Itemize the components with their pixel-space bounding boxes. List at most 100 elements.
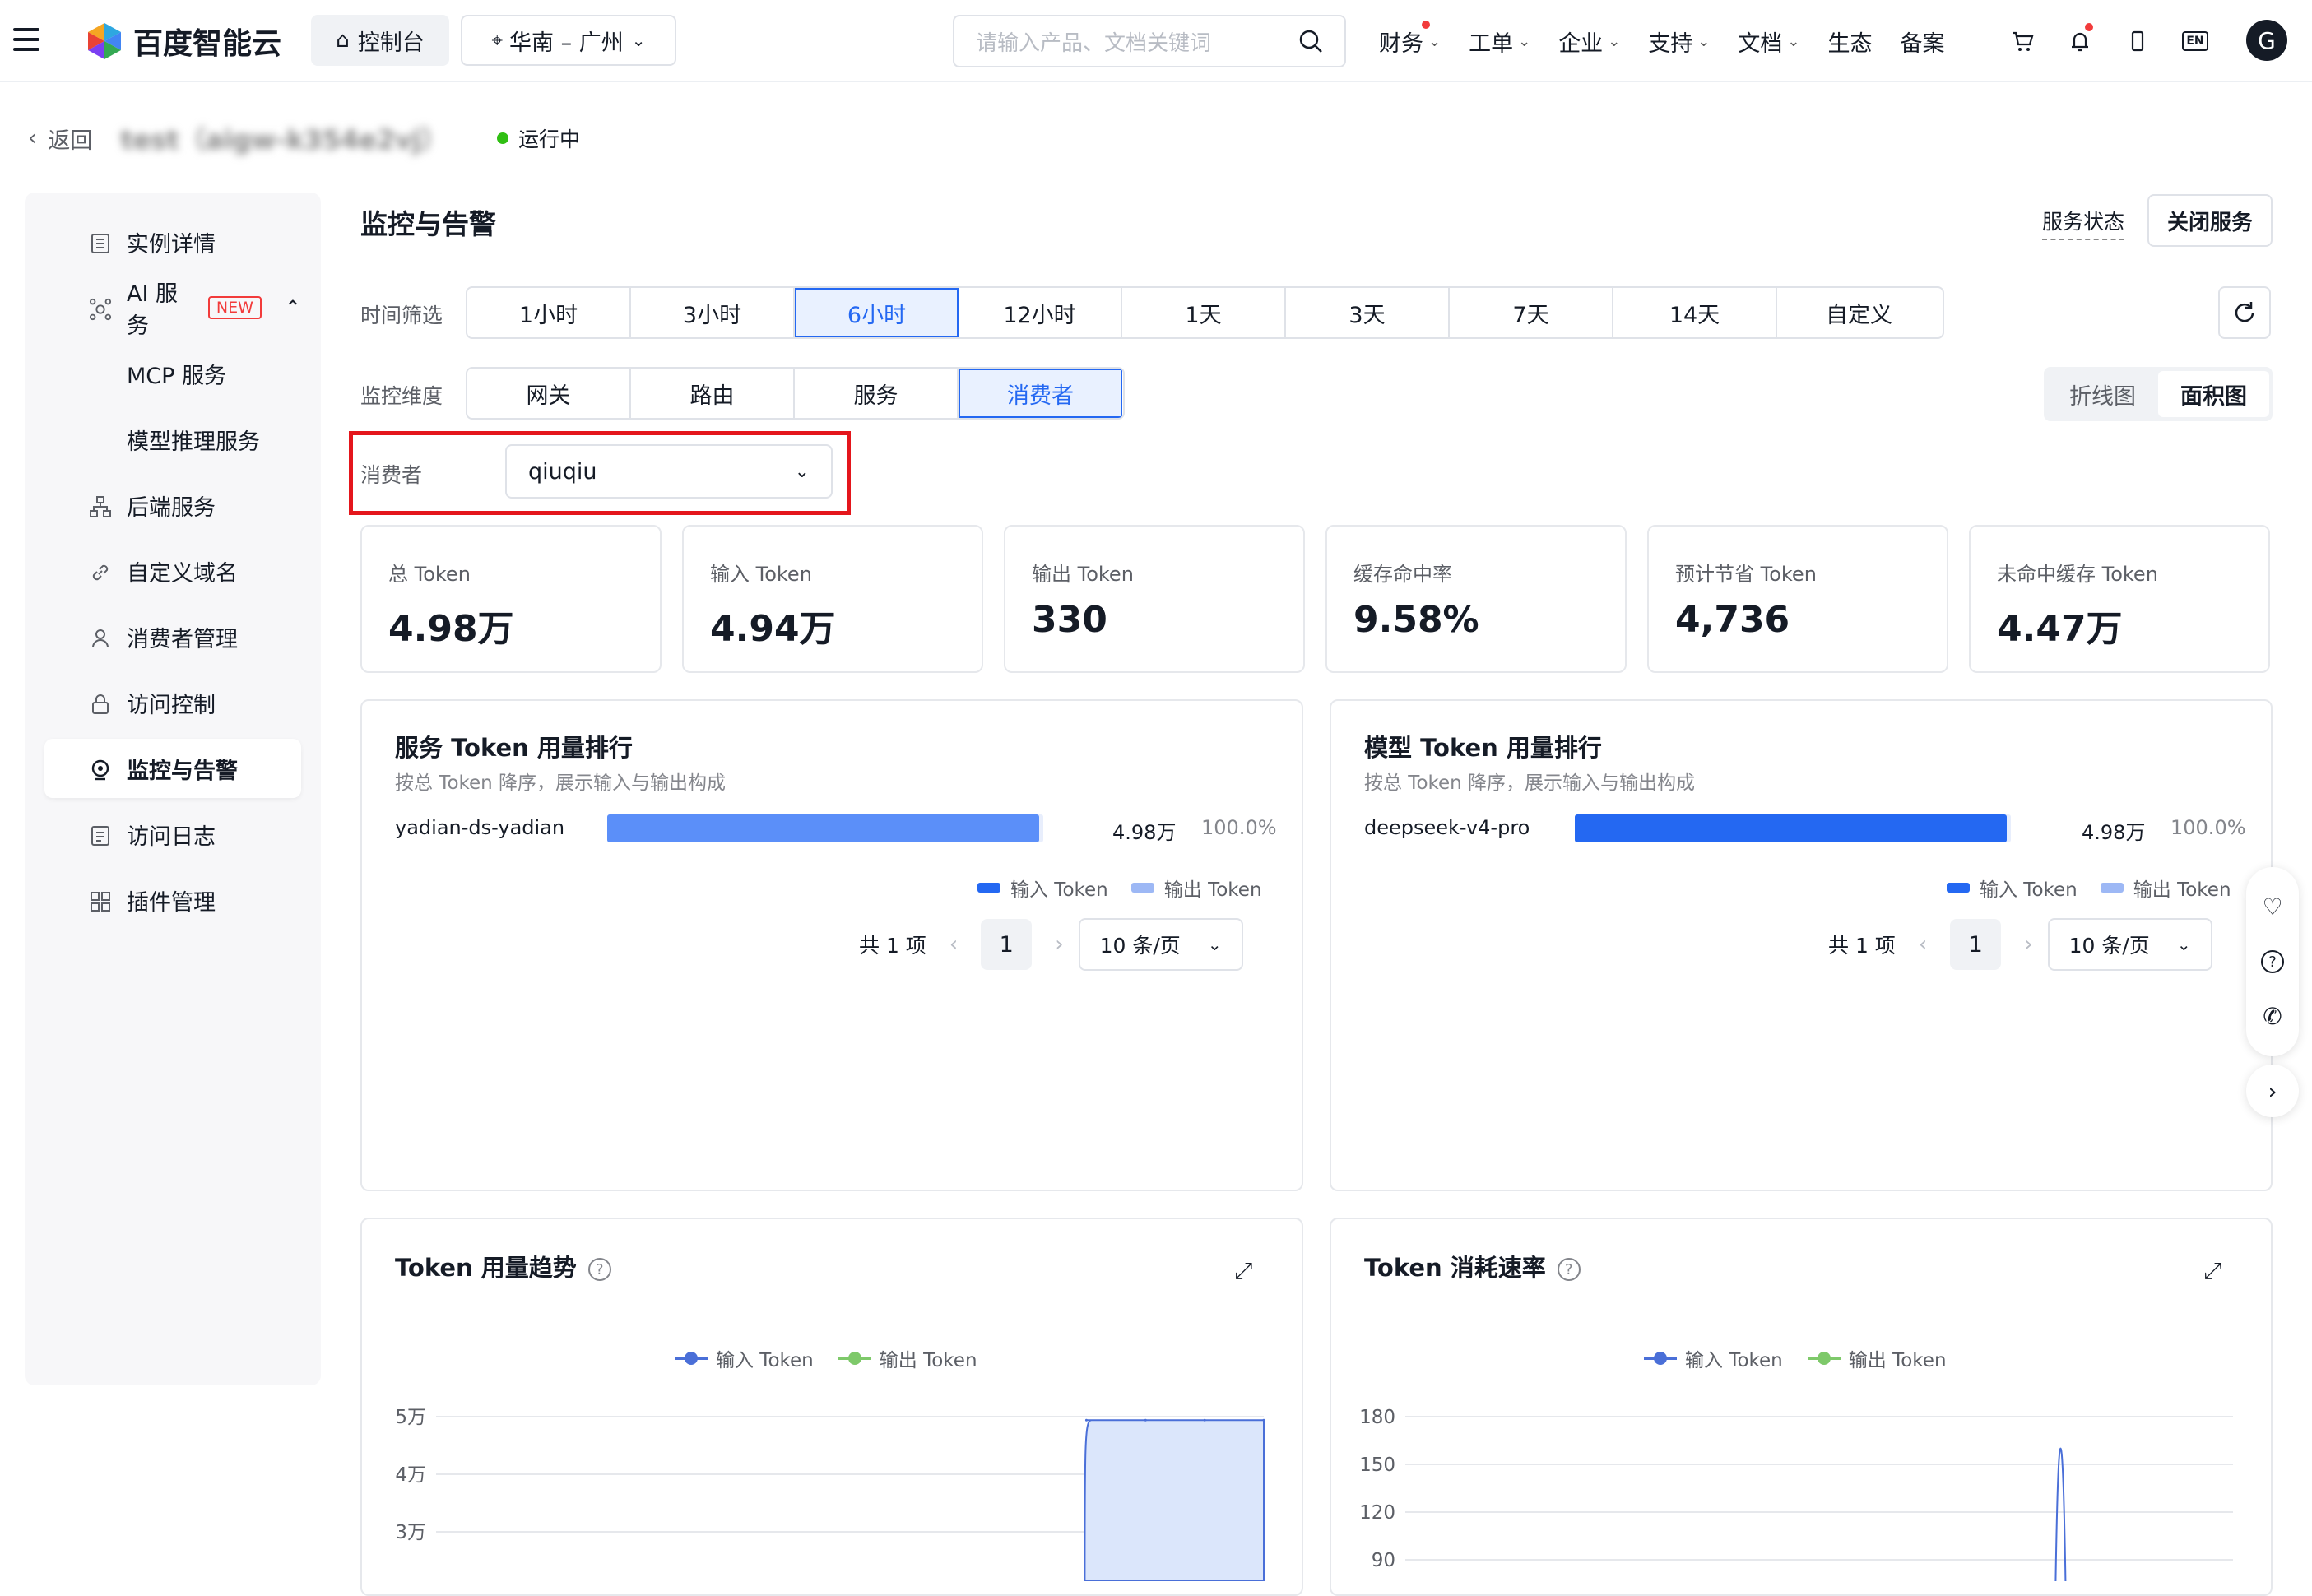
log-icon	[89, 824, 112, 847]
chevron-down-icon: ⌄	[1428, 32, 1442, 50]
time-option-1d[interactable]: 1天	[1122, 288, 1286, 337]
sidebar-item-label: 访问控制	[127, 692, 216, 718]
time-option-custom[interactable]: 自定义	[1777, 288, 1941, 337]
cart-icon[interactable]	[2008, 26, 2037, 56]
nav-support[interactable]: 支持 ⌄	[1648, 26, 1710, 58]
back-label: 返回	[48, 128, 93, 154]
consumer-select[interactable]: qiuqiu ⌄	[505, 444, 833, 499]
rank-row-name: yadian-ds-yadian	[395, 816, 565, 839]
page-title: 监控与告警	[360, 208, 496, 240]
hamburger-menu-icon[interactable]	[13, 28, 39, 51]
chevron-left-icon[interactable]: ‹	[949, 932, 958, 957]
user-avatar[interactable]: G	[2246, 20, 2287, 61]
heart-icon[interactable]: ♡	[2262, 893, 2282, 921]
sidebar-item-label: 插件管理	[127, 889, 216, 916]
chevron-right-icon[interactable]: ›	[2024, 932, 2032, 957]
nav-ecosystem-label: 生态	[1827, 30, 1873, 57]
sidebar-item-instance-details[interactable]: 实例详情	[44, 212, 301, 271]
page-number[interactable]: 1	[981, 919, 1033, 970]
phone-icon[interactable]: ✆	[2263, 1003, 2282, 1030]
chart-type-line[interactable]: 折线图	[2047, 371, 2158, 417]
search-icon[interactable]	[1298, 29, 1323, 53]
chart-type-area[interactable]: 面积图	[2158, 371, 2269, 417]
grid-icon	[89, 890, 112, 913]
sidebar-item-ai-service[interactable]: AI 服务 NEW ⌃	[44, 278, 301, 339]
token-usage-trend-card: Token 用量趋势? ⤢ 输入 Token 输出 Token 5万 4万 3万	[360, 1218, 1303, 1596]
nav-docs[interactable]: 文档 ⌄	[1738, 26, 1799, 58]
stat-value: 4.98万	[388, 608, 514, 650]
sidebar-item-label: 模型推理服务	[127, 429, 260, 455]
sidebar-item-backend-service[interactable]: 后端服务	[44, 476, 301, 535]
sidebar-item-plugin-management[interactable]: 插件管理	[44, 870, 301, 930]
consumer-filter-label: 消费者	[360, 463, 423, 487]
time-option-1h[interactable]: 1小时	[467, 288, 631, 337]
time-option-12h[interactable]: 12小时	[959, 288, 1122, 337]
time-option-3d[interactable]: 3天	[1286, 288, 1450, 337]
time-option-7d[interactable]: 7天	[1450, 288, 1613, 337]
chevron-right-icon[interactable]: ›	[2246, 1065, 2299, 1117]
rank-legend: 输入 Token 输出 Token	[1947, 874, 2231, 902]
card-subtitle: 按总 Token 降序，展示输入与输出构成	[1364, 772, 1696, 794]
dimension-route[interactable]: 路由	[631, 369, 795, 418]
service-status-link[interactable]: 服务状态	[2042, 206, 2125, 240]
language-icon[interactable]: EN	[2180, 26, 2210, 56]
chevron-up-icon[interactable]: ⌃	[285, 296, 301, 319]
floating-toolbar: ♡ ? ✆	[2246, 867, 2299, 1056]
page-number[interactable]: 1	[1950, 919, 2002, 970]
refresh-button[interactable]	[2218, 286, 2271, 339]
page-size-select[interactable]: 10 条/页 ⌄	[2047, 918, 2212, 971]
sidebar-item-model-inference[interactable]: 模型推理服务	[44, 410, 301, 469]
chevron-right-icon[interactable]: ›	[1055, 932, 1063, 957]
region-selector[interactable]: ⌖ 华南 – 广州 ⌄	[461, 15, 676, 66]
monitor-icon	[89, 759, 112, 782]
stat-value: 330	[1032, 599, 1107, 641]
stat-label: 预计节省 Token	[1675, 563, 1817, 586]
chevron-down-icon: ⌄	[2176, 935, 2191, 954]
back-button[interactable]: ‹ 返回	[28, 123, 92, 155]
nav-ecosystem[interactable]: 生态	[1827, 26, 1872, 58]
sidebar-item-consumer-management[interactable]: 消费者管理	[44, 607, 301, 666]
y-tick-label: 3万	[395, 1522, 426, 1543]
sidebar-item-custom-domain[interactable]: 自定义域名	[44, 541, 301, 601]
nav-ticket[interactable]: 工单 ⌄	[1469, 26, 1530, 58]
user-icon	[89, 627, 112, 650]
nav-enterprise[interactable]: 企业 ⌄	[1558, 26, 1620, 58]
notification-dot	[2085, 23, 2093, 31]
sidebar-item-label: 自定义域名	[127, 560, 238, 587]
help-circle-icon[interactable]: ?	[2261, 950, 2284, 973]
console-button[interactable]: ⌂ 控制台	[311, 15, 449, 66]
sidebar-item-mcp-service[interactable]: MCP 服务	[44, 344, 301, 403]
sidebar-item-monitoring[interactable]: 监控与告警	[44, 739, 301, 798]
dimension-consumer[interactable]: 消费者	[959, 369, 1122, 418]
sidebar-item-access-log[interactable]: 访问日志	[44, 805, 301, 864]
page-size-select[interactable]: 10 条/页 ⌄	[1078, 918, 1243, 971]
close-service-button[interactable]: 关闭服务	[2147, 194, 2273, 247]
dimension-service[interactable]: 服务	[795, 369, 959, 418]
time-option-6h[interactable]: 6小时	[795, 288, 959, 337]
time-option-3h[interactable]: 3小时	[631, 288, 795, 337]
legend-output-swatch	[1130, 883, 1154, 893]
chevron-left-icon[interactable]: ‹	[1919, 932, 1927, 957]
time-option-14d[interactable]: 14天	[1613, 288, 1777, 337]
dimension-gateway[interactable]: 网关	[467, 369, 631, 418]
nav-filing[interactable]: 备案	[1900, 26, 1944, 58]
nav-enterprise-label: 企业	[1558, 30, 1604, 57]
chevron-left-icon: ‹	[28, 126, 37, 151]
sidebar-item-label: MCP 服务	[127, 363, 227, 389]
pagination-total: 共 1 项	[859, 934, 926, 958]
link-icon	[89, 561, 112, 584]
logo-text: 百度智能云	[133, 27, 282, 61]
baidu-cloud-logo[interactable]: 百度智能云	[86, 18, 281, 64]
legend-input-swatch	[977, 883, 1000, 893]
y-tick-label: 90	[1372, 1550, 1395, 1571]
nav-docs-label: 文档	[1738, 30, 1783, 57]
page-size-value: 10 条/页	[1099, 934, 1181, 958]
chevron-down-icon: ⌄	[1207, 935, 1222, 954]
global-search-input[interactable]: 请输入产品、文档关键词	[953, 15, 1346, 67]
nav-finance[interactable]: 财务 ⌄	[1379, 20, 1442, 58]
mobile-icon[interactable]	[2123, 26, 2152, 56]
logo-mark-icon	[88, 23, 121, 59]
bell-icon[interactable]	[2065, 23, 2095, 56]
sidebar-item-access-control[interactable]: 访问控制	[44, 673, 301, 732]
legend-output-swatch	[2100, 883, 2124, 893]
